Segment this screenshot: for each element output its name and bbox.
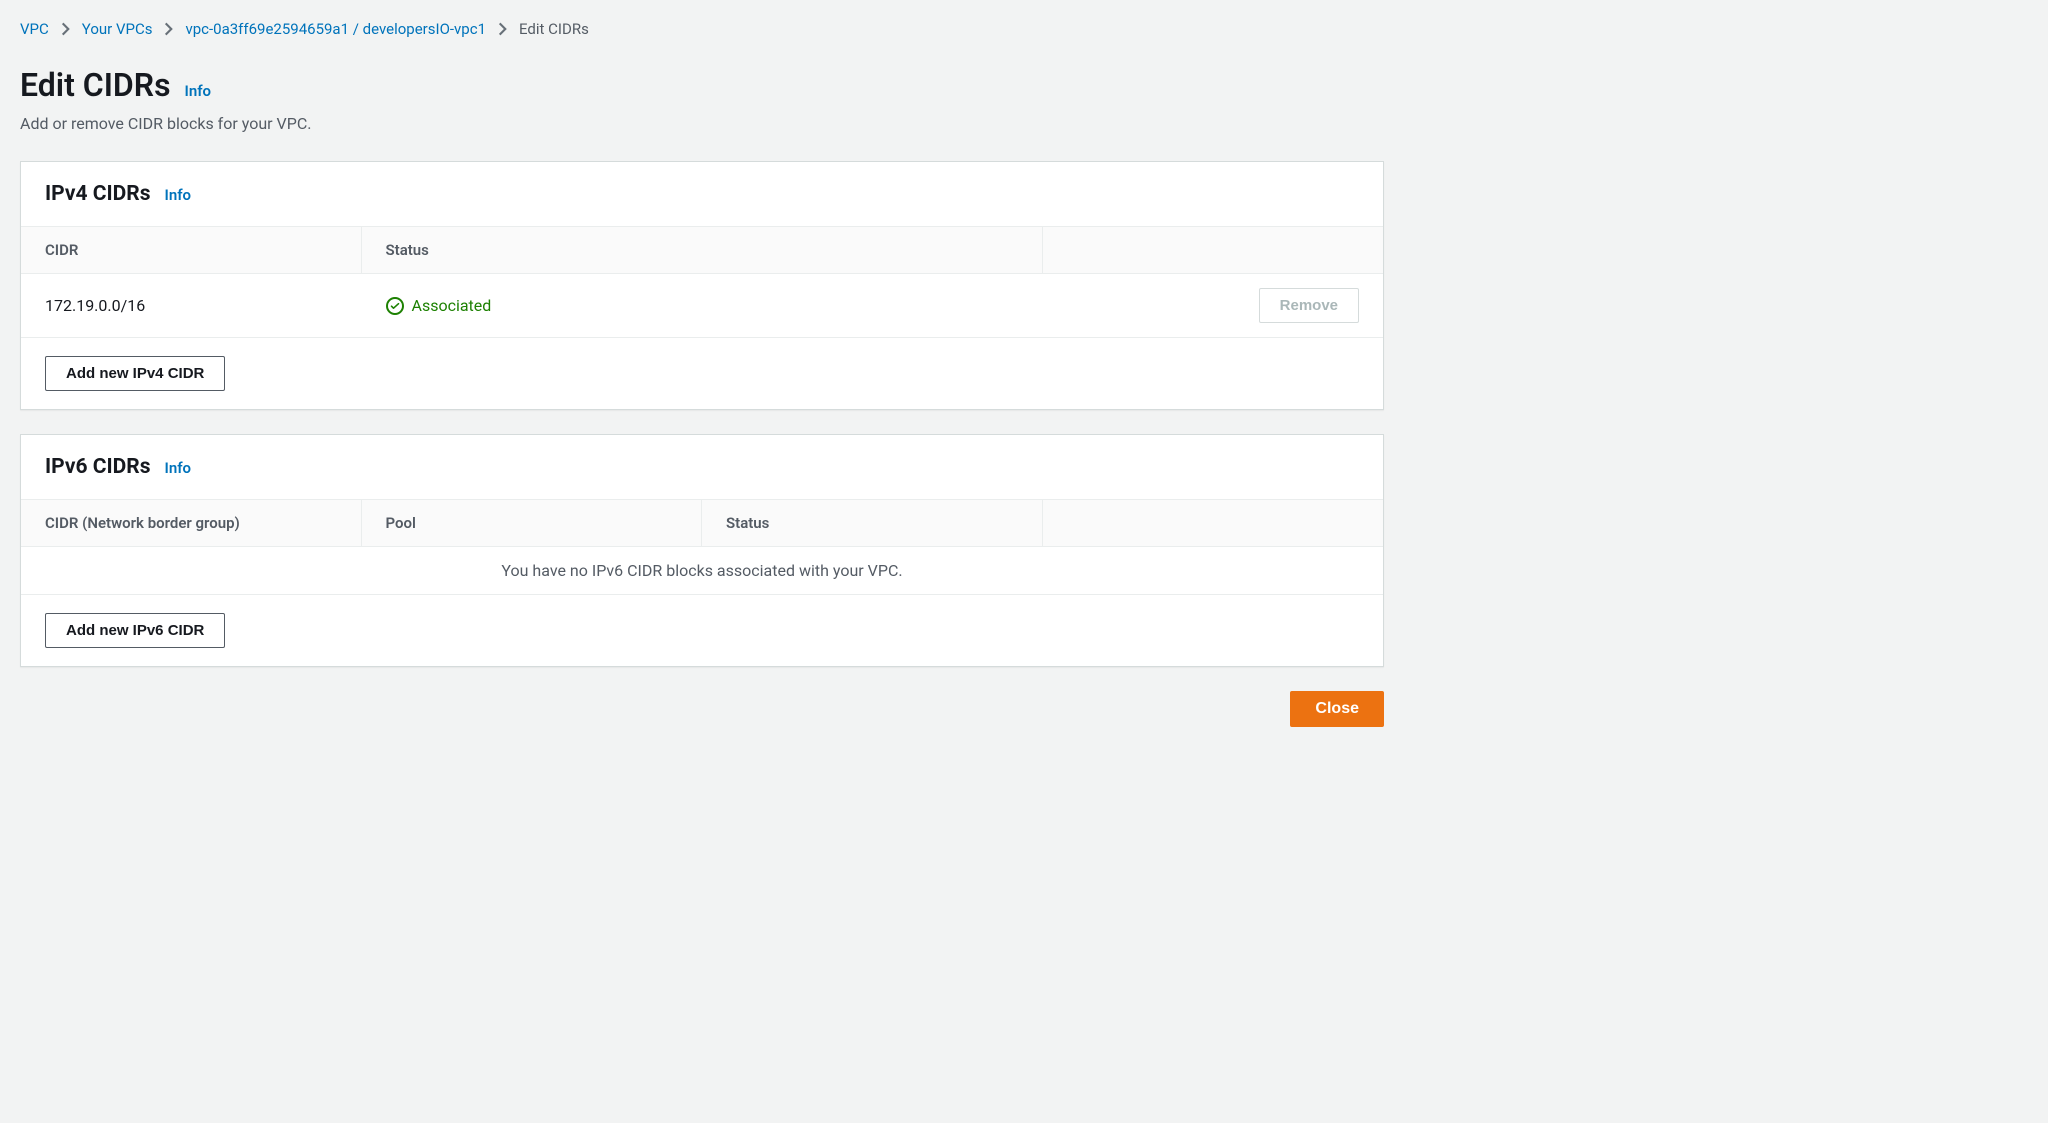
- close-button[interactable]: Close: [1290, 691, 1384, 727]
- ipv4-col-status: Status: [362, 227, 1043, 273]
- ipv4-cidr-value: 172.19.0.0/16: [21, 282, 362, 329]
- ipv6-cidrs-panel: IPv6 CIDRs Info CIDR (Network border gro…: [20, 434, 1384, 667]
- info-link-ipv6[interactable]: Info: [165, 459, 192, 477]
- ipv4-cidr-row: 172.19.0.0/16 Associated Remove: [21, 274, 1383, 338]
- breadcrumb-link-vpc-id[interactable]: vpc-0a3ff69e2594659a1 / developersIO-vpc…: [185, 20, 486, 38]
- ipv4-panel-title: IPv4 CIDRs: [45, 182, 151, 206]
- breadcrumb: VPC Your VPCs vpc-0a3ff69e2594659a1 / de…: [20, 20, 1384, 38]
- ipv4-status-text: Associated: [412, 296, 492, 315]
- ipv4-status-cell: Associated: [362, 282, 1043, 329]
- ipv6-panel-title: IPv6 CIDRs: [45, 455, 151, 479]
- ipv4-col-cidr: CIDR: [21, 227, 362, 273]
- info-link-header[interactable]: Info: [185, 82, 212, 100]
- ipv4-col-actions: [1043, 227, 1384, 273]
- breadcrumb-link-your-vpcs[interactable]: Your VPCs: [82, 20, 153, 38]
- remove-ipv4-cidr-button[interactable]: Remove: [1259, 288, 1359, 323]
- add-new-ipv4-cidr-button[interactable]: Add new IPv4 CIDR: [45, 356, 225, 391]
- chevron-right-icon: [498, 22, 507, 36]
- breadcrumb-link-vpc[interactable]: VPC: [20, 20, 49, 38]
- ipv6-column-header-row: CIDR (Network border group) Pool Status: [21, 500, 1383, 547]
- ipv6-col-status: Status: [702, 500, 1043, 546]
- ipv6-col-actions: [1043, 500, 1384, 546]
- breadcrumb-current: Edit CIDRs: [519, 20, 589, 38]
- page-title: Edit CIDRs: [20, 66, 171, 104]
- ipv4-column-header-row: CIDR Status: [21, 227, 1383, 274]
- info-link-ipv4[interactable]: Info: [165, 186, 192, 204]
- ipv6-empty-message: You have no IPv6 CIDR blocks associated …: [21, 547, 1383, 595]
- chevron-right-icon: [61, 22, 70, 36]
- ipv6-col-cidr: CIDR (Network border group): [21, 500, 362, 546]
- ipv4-cidrs-panel: IPv4 CIDRs Info CIDR Status 172.19.0.0/1…: [20, 161, 1384, 410]
- add-new-ipv6-cidr-button[interactable]: Add new IPv6 CIDR: [45, 613, 225, 648]
- ipv6-col-pool: Pool: [362, 500, 703, 546]
- chevron-right-icon: [164, 22, 173, 36]
- check-circle-icon: [386, 297, 404, 315]
- page-description: Add or remove CIDR blocks for your VPC.: [20, 114, 1384, 133]
